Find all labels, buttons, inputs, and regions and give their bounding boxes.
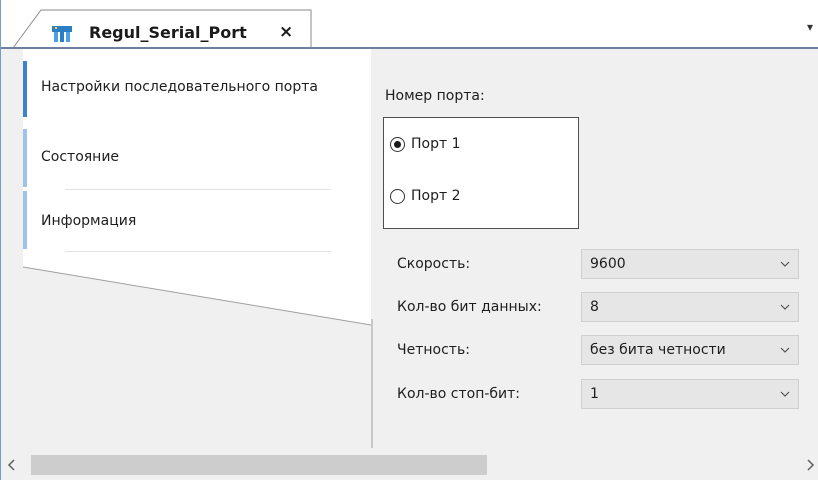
pane-divider — [371, 319, 373, 449]
stop-bits-label: Кол-во стоп-бит: — [397, 386, 520, 402]
data-bits-select[interactable]: 8 — [581, 292, 799, 322]
nav-divider — [65, 251, 331, 252]
port-number-label: Номер порта: — [385, 88, 485, 104]
nav-item-serial-settings[interactable]: Настройки последовательного порта — [23, 61, 347, 117]
settings-nav-pane: Настройки последовательного порта Состоя… — [1, 49, 372, 448]
baud-rate-value: 9600 — [590, 256, 626, 272]
data-bits-label: Кол-во бит данных: — [397, 299, 542, 315]
tab-strip: Regul_Serial_Port × ▾ — [1, 0, 818, 49]
parity-select[interactable]: без бита четности — [581, 335, 799, 365]
nav-item-label: Настройки последовательного порта — [41, 79, 318, 95]
tab-close-button[interactable]: × — [279, 22, 293, 42]
port-1-radio[interactable]: Порт 1 — [390, 136, 461, 152]
nav-item-info[interactable]: Информация — [23, 191, 347, 249]
radio-checked-icon — [390, 136, 405, 152]
editor-content: Настройки последовательного порта Состоя… — [1, 49, 818, 449]
tab-list-dropdown-icon[interactable]: ▾ — [807, 20, 818, 40]
horizontal-scrollbar[interactable] — [1, 448, 818, 480]
scrollbar-thumb[interactable] — [31, 455, 487, 475]
chevron-down-icon — [780, 261, 790, 267]
chevron-down-icon — [780, 347, 790, 353]
baud-rate-label: Скорость: — [397, 256, 471, 272]
device-module-icon — [52, 26, 72, 42]
stop-bits-value: 1 — [590, 386, 599, 402]
baud-rate-select[interactable]: 9600 — [581, 249, 799, 279]
chevron-down-icon — [780, 304, 790, 310]
nav-item-status[interactable]: Состояние — [23, 129, 347, 187]
editor-window: Regul_Serial_Port × ▾ Настройки последов… — [0, 0, 818, 480]
port-radio-group: Порт 1 Порт 2 — [383, 117, 579, 229]
radio-unchecked-icon — [390, 188, 405, 204]
stop-bits-select[interactable]: 1 — [581, 379, 799, 409]
nav-item-label: Информация — [41, 213, 137, 229]
scroll-right-icon[interactable] — [801, 456, 818, 474]
port-1-label: Порт 1 — [411, 136, 461, 152]
parity-label: Четность: — [397, 342, 470, 358]
tab-title[interactable]: Regul_Serial_Port — [89, 23, 247, 42]
data-bits-value: 8 — [590, 299, 599, 315]
port-2-radio[interactable]: Порт 2 — [390, 188, 461, 204]
port-2-label: Порт 2 — [411, 188, 461, 204]
nav-item-label: Состояние — [41, 149, 120, 165]
nav-divider — [65, 189, 331, 190]
parity-value: без бита четности — [590, 342, 726, 358]
chevron-down-icon — [780, 391, 790, 397]
scroll-left-icon[interactable] — [3, 456, 21, 474]
